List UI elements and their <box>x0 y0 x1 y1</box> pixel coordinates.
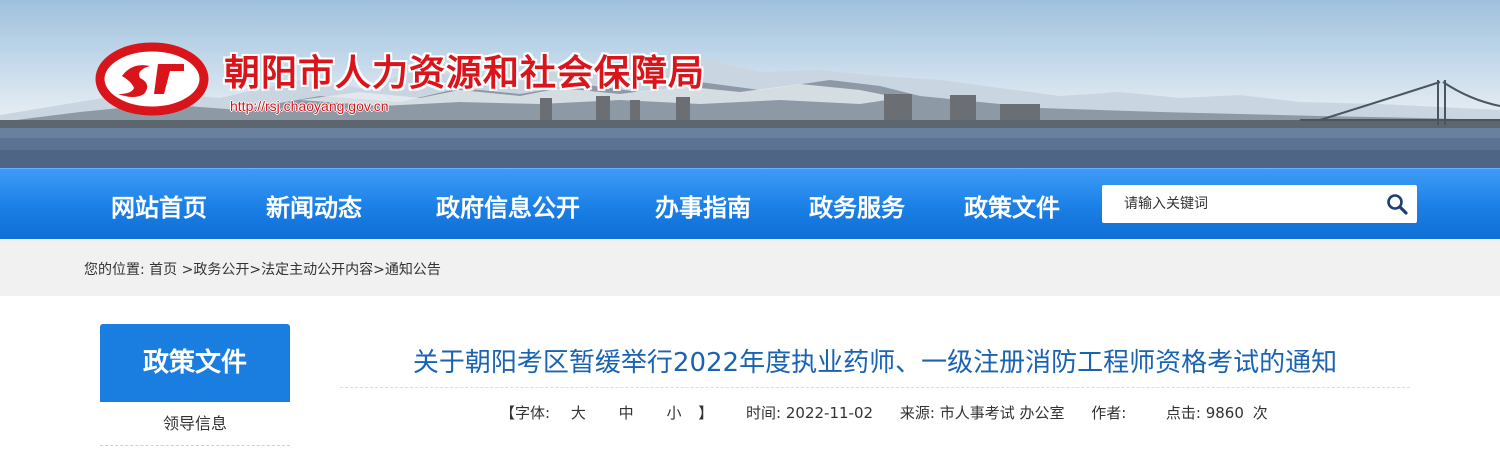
click-count: 9860 <box>1205 404 1244 422</box>
nav-item-news[interactable]: 新闻动态 <box>266 188 362 223</box>
breadcrumb-notices[interactable]: >通知公告 <box>373 262 441 278</box>
breadcrumb-gov-affairs[interactable]: >政务公开 <box>177 262 250 278</box>
search-input[interactable] <box>1102 185 1372 223</box>
title-divider <box>340 387 1410 388</box>
source-label: 来源: <box>899 404 935 422</box>
breadcrumb: 您的位置: 首页 >政务公开>法定主动公开内容>通知公告 <box>84 259 441 279</box>
font-size-medium[interactable]: 中 <box>613 402 640 423</box>
nav-item-gov-info[interactable]: 政府信息公开 <box>436 188 580 223</box>
search-box <box>1102 185 1417 223</box>
bureau-logo <box>95 42 209 116</box>
publish-time-label: 时间: <box>746 404 782 422</box>
breadcrumb-prefix: 您的位置: <box>84 262 145 278</box>
article-title: 关于朝阳考区暂缓举行2022年度执业药师、一级注册消防工程师资格考试的通知 <box>412 348 1338 378</box>
font-size-small[interactable]: 小 <box>660 402 687 423</box>
breadcrumb-home[interactable]: 首页 <box>149 262 177 278</box>
clicks-unit: 次 <box>1252 404 1268 422</box>
sidebar-item-leaders[interactable]: 领导信息 <box>100 402 290 446</box>
sidebar-heading: 政策文件 <box>100 324 290 402</box>
font-size-large[interactable]: 大 <box>565 402 592 423</box>
author-label: 作者: <box>1091 404 1127 422</box>
publish-time: 2022-11-02 <box>785 404 874 422</box>
article-meta: 【字体: 大 中 小 】 时间: 2022-11-02 来源: 市人事考试 办公… <box>500 402 1268 423</box>
breadcrumb-bar: 您的位置: 首页 >政务公开>法定主动公开内容>通知公告 <box>0 239 1500 296</box>
source: 市人事考试 办公室 <box>939 404 1065 422</box>
nav-item-services[interactable]: 政务服务 <box>809 188 905 223</box>
search-icon[interactable] <box>1385 192 1409 216</box>
main-content: 政策文件 领导信息 关于朝阳考区暂缓举行2022年度执业药师、一级注册消防工程师… <box>0 296 1500 451</box>
nav-item-guide[interactable]: 办事指南 <box>655 188 751 223</box>
nav-item-policy[interactable]: 政策文件 <box>964 188 1060 223</box>
main-nav: 网站首页 新闻动态 政府信息公开 办事指南 政务服务 政策文件 <box>0 168 1500 239</box>
breadcrumb-legal-disclosure[interactable]: >法定主动公开内容 <box>249 262 373 278</box>
header-banner: 朝阳市人力资源和社会保障局 http://rsj.chaoyang.gov.cn <box>0 0 1500 168</box>
font-size-close: 】 <box>698 404 714 422</box>
site-url: http://rsj.chaoyang.gov.cn <box>230 98 389 114</box>
font-size-label: 【字体: <box>500 404 551 422</box>
site-title: 朝阳市人力资源和社会保障局 <box>224 53 706 94</box>
clicks-label: 点击: <box>1165 404 1201 422</box>
nav-item-home[interactable]: 网站首页 <box>111 188 207 223</box>
